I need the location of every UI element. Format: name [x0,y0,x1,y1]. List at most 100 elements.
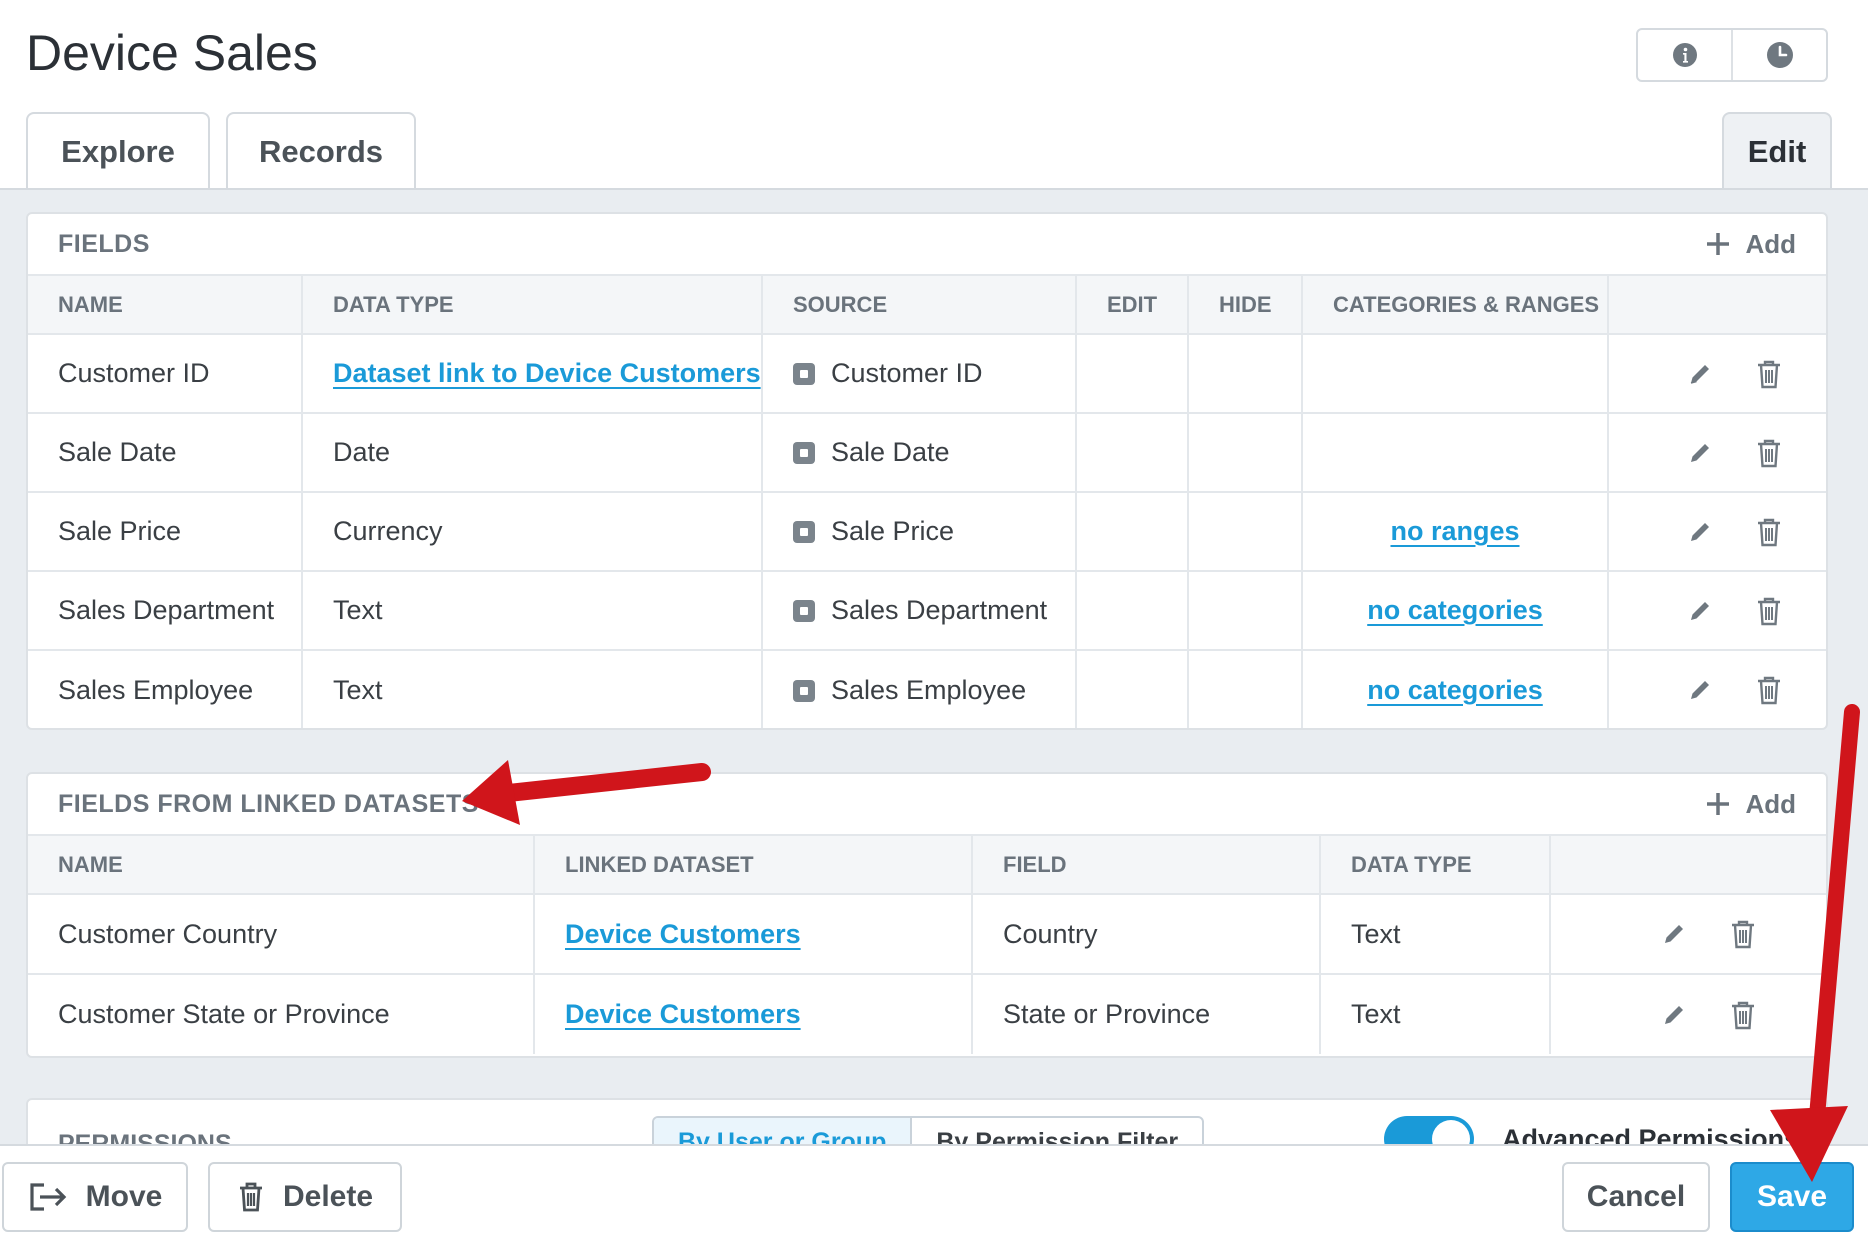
info-button[interactable] [1638,30,1731,80]
pencil-icon [1690,364,1709,384]
field-source: Sales Department [762,571,1077,651]
page-title: Device Sales [26,25,318,81]
table-row: Customer State or Province Device Custom… [28,974,1826,1054]
footer-bar: Move Delete Cancel Save [0,1144,1868,1244]
trash-icon [1757,360,1780,388]
permission-mode-selector: By User or Group By Permission Filter [652,1116,1205,1145]
edit-field-button[interactable] [1687,361,1713,387]
move-button[interactable]: Move [2,1162,188,1232]
linked-field-data-type: Text [1320,974,1551,1054]
pencil-icon [1665,1005,1683,1024]
delete-linked-field-button[interactable] [1729,919,1757,949]
linked-dataset-link[interactable]: Device Customers [565,999,801,1029]
column-header-actions [1608,276,1826,335]
linked-field-data-type: Text [1320,894,1551,975]
row-actions [1608,650,1826,728]
pencil-icon [1690,601,1709,620]
field-hide-cell [1188,334,1303,414]
tab-edit[interactable]: Edit [1722,112,1832,190]
tab-records[interactable]: Records [226,112,416,190]
fields-panel-title: FIELDS [58,229,150,258]
linked-dataset-cell: Device Customers [534,974,973,1054]
field-source: Customer ID [762,334,1077,414]
field-source-label: Customer ID [831,358,983,388]
tab-explore[interactable]: Explore [26,112,210,190]
edit-field-button[interactable] [1687,598,1713,624]
field-edit-cell [1076,492,1189,572]
field-categories-cell [1302,413,1609,493]
pencil-icon [1690,681,1709,699]
field-source: Sale Date [762,413,1077,493]
advanced-permissions-toggle[interactable] [1384,1116,1474,1144]
row-actions [1608,413,1826,493]
delete-field-button[interactable] [1755,675,1783,705]
linked-fields-table: NAME LINKED DATASET FIELD DATA TYPE Cust… [28,836,1826,1054]
segment-by-permission-filter[interactable]: By Permission Filter [912,1118,1202,1145]
field-source-label: Sales Employee [831,674,1027,705]
delete-field-button[interactable] [1755,438,1783,468]
trash-icon [1732,1001,1754,1029]
delete-field-button[interactable] [1755,517,1783,547]
linked-field-name: Customer State or Province [28,974,535,1054]
field-data-type: Dataset link to Device Customers [302,334,763,414]
trash-icon [1732,920,1754,949]
edit-field-button[interactable] [1687,519,1713,545]
fields-panel-header: FIELDS Add [28,214,1826,276]
field-data-type: Currency [302,492,763,572]
linked-panel-header: FIELDS FROM LINKED DATASETS Add [28,774,1826,836]
history-button[interactable] [1731,30,1826,80]
linked-field-name: Customer Country [28,894,535,975]
field-source: Sales Employee [762,650,1077,728]
add-linked-field-button[interactable]: Add [1705,789,1796,820]
edit-field-button[interactable] [1687,440,1713,466]
dataset-link[interactable]: Dataset link to Device Customers [333,358,761,388]
field-name: Customer ID [28,334,303,414]
trash-icon [1757,676,1780,705]
linked-field-source: State or Province [972,974,1321,1054]
edit-field-button[interactable] [1687,677,1713,703]
field-hide-cell [1188,413,1303,493]
column-header-data-type: DATA TYPE [302,276,763,335]
column-header-field: FIELD [972,836,1321,895]
trash-icon [1757,439,1780,467]
delete-linked-field-button[interactable] [1729,1000,1757,1030]
linked-dataset-link[interactable]: Device Customers [565,919,801,949]
permissions-panel: PERMISSIONS By User or Group By Permissi… [26,1098,1828,1144]
add-field-button[interactable]: Add [1705,229,1796,260]
source-column-icon [793,600,815,622]
column-header-name: NAME [28,276,303,335]
column-header-categories: CATEGORIES & RANGES [1302,276,1609,335]
plus-icon [1707,793,1730,815]
categories-link[interactable]: no categories [1367,675,1543,705]
pencil-icon [1690,522,1709,541]
cancel-button[interactable]: Cancel [1562,1162,1710,1232]
linked-panel-title: FIELDS FROM LINKED DATASETS [58,789,479,818]
fields-header-row: NAME DATA TYPE SOURCE EDIT HIDE CATEGORI… [28,276,1826,335]
table-row: Customer ID Dataset link to Device Custo… [28,334,1826,414]
delete-field-button[interactable] [1755,359,1783,389]
field-name: Sales Employee [28,650,303,728]
edit-linked-field-button[interactable] [1661,921,1687,947]
header-action-group [1636,28,1828,82]
column-header-source: SOURCE [762,276,1077,335]
categories-link[interactable]: no categories [1367,595,1543,625]
ranges-link[interactable]: no ranges [1390,516,1519,546]
trash-icon [239,1182,262,1212]
delete-button[interactable]: Delete [208,1162,402,1232]
source-column-icon [793,442,815,464]
delete-field-button[interactable] [1755,596,1783,626]
delete-label: Delete [282,1180,374,1213]
field-categories-cell [1302,334,1609,414]
edit-linked-field-button[interactable] [1661,1002,1687,1028]
row-actions [1608,571,1826,651]
table-row: Customer Country Device Customers Countr… [28,894,1826,975]
field-source-label: Sales Department [831,595,1048,625]
field-source: Sale Price [762,492,1077,572]
add-field-label: Add [1745,228,1796,259]
move-icon [30,1183,66,1211]
linked-fields-panel: FIELDS FROM LINKED DATASETS Add NAME LIN… [26,772,1828,1058]
table-row: Sales Department Text Sales Department n… [28,571,1826,651]
segment-by-user-or-group[interactable]: By User or Group [654,1118,913,1144]
field-source-label: Sale Date [831,437,950,467]
save-button[interactable]: Save [1730,1162,1854,1232]
